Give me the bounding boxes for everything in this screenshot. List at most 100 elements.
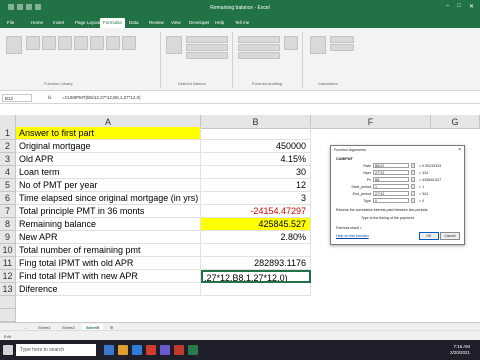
use-in-formula-button[interactable]: [186, 44, 228, 51]
row-header[interactable]: 7: [0, 205, 16, 218]
system-clock[interactable]: 7:16 AM 2/20/2021: [450, 344, 470, 356]
recently-used-icon[interactable]: [42, 36, 56, 50]
row-header[interactable]: 12: [0, 270, 16, 283]
cell-a9[interactable]: New APR: [16, 231, 201, 244]
tell-me-box[interactable]: Tell me: [232, 18, 252, 28]
tab-view[interactable]: View: [168, 18, 184, 28]
cell-a4[interactable]: Loan term: [16, 166, 201, 179]
row-header[interactable]: 3: [0, 153, 16, 166]
cell-b8[interactable]: 425845.527: [201, 218, 311, 231]
taskbar-search[interactable]: Type here to search: [16, 344, 96, 356]
name-box[interactable]: B12: [2, 94, 32, 102]
cell-a3[interactable]: Old APR: [16, 153, 201, 166]
powerpoint-icon[interactable]: [174, 345, 184, 355]
row-header[interactable]: 1: [0, 127, 16, 140]
range-select-icon[interactable]: [411, 198, 415, 203]
cell-a6[interactable]: Time elapsed since original mortgage (in…: [16, 192, 201, 205]
tab-page-layout[interactable]: Page Layout: [72, 18, 103, 28]
watch-window-icon[interactable]: [284, 36, 298, 50]
cell-b9[interactable]: 2.80%: [201, 231, 311, 244]
close-icon[interactable]: ×: [458, 147, 461, 153]
calculation-options-icon[interactable]: [310, 36, 326, 54]
insert-function-icon[interactable]: [6, 36, 22, 54]
tab-insert[interactable]: Insert: [50, 18, 67, 28]
autosum-icon[interactable]: [26, 36, 40, 50]
cell-b1[interactable]: [201, 127, 311, 140]
cell-b7[interactable]: -24154.47297: [201, 205, 311, 218]
trace-precedents-button[interactable]: [238, 36, 280, 43]
row-header[interactable]: [0, 309, 16, 322]
row-header[interactable]: 6: [0, 192, 16, 205]
row-header[interactable]: [0, 296, 16, 309]
date-time-icon[interactable]: [106, 36, 120, 50]
cell-a8[interactable]: Remaining balance: [16, 218, 201, 231]
window-controls[interactable]: – □ ✕: [446, 3, 474, 10]
cell-a5[interactable]: No of PMT per year: [16, 179, 201, 192]
tab-home[interactable]: Home: [28, 18, 46, 28]
arg-input-type[interactable]: 0: [373, 198, 409, 203]
cell-b2[interactable]: 450000: [201, 140, 311, 153]
column-header-g[interactable]: G: [431, 115, 480, 129]
teams-icon[interactable]: [160, 345, 170, 355]
create-from-selection-button[interactable]: [186, 52, 228, 59]
lookup-icon[interactable]: [122, 36, 136, 50]
cell-b3[interactable]: 4.15%: [201, 153, 311, 166]
edge-icon[interactable]: [132, 345, 142, 355]
arg-input-nper[interactable]: 27*12: [373, 170, 409, 175]
row-header[interactable]: 4: [0, 166, 16, 179]
trace-dependents-button[interactable]: [238, 44, 280, 51]
range-select-icon[interactable]: [411, 177, 415, 182]
cell-b11[interactable]: 282893.1176: [201, 257, 311, 270]
tab-review[interactable]: Review: [146, 18, 167, 28]
text-icon[interactable]: [90, 36, 104, 50]
fx-icon[interactable]: fx: [48, 94, 52, 102]
financial-icon[interactable]: [58, 36, 72, 50]
row-header[interactable]: 8: [0, 218, 16, 231]
remove-arrows-button[interactable]: [238, 52, 280, 59]
start-icon[interactable]: [3, 345, 13, 355]
cell-a13[interactable]: Diference: [16, 283, 201, 296]
task-view-icon[interactable]: [104, 345, 114, 355]
arg-input-start-period[interactable]: 1: [373, 184, 409, 189]
column-header-f[interactable]: F: [311, 115, 431, 129]
cell-b6[interactable]: 3: [201, 192, 311, 205]
tab-data[interactable]: Data: [126, 18, 142, 28]
calculate-sheet-button[interactable]: [330, 44, 354, 51]
formula-input[interactable]: =CUMIPMT(B6/12,27*12,B8,1,27*12,0): [62, 94, 141, 102]
define-name-button[interactable]: [186, 36, 228, 43]
cell-b10[interactable]: [201, 244, 311, 257]
maximize-icon[interactable]: □: [457, 3, 461, 10]
row-header[interactable]: 9: [0, 231, 16, 244]
arg-input-rate[interactable]: B6/12: [373, 163, 409, 168]
row-header[interactable]: 10: [0, 244, 16, 257]
range-select-icon[interactable]: [411, 184, 415, 189]
close-icon[interactable]: ✕: [469, 3, 474, 10]
arg-input-end-period[interactable]: 27*12: [373, 191, 409, 196]
calculate-now-button[interactable]: [330, 36, 354, 43]
cancel-button[interactable]: Cancel: [440, 232, 460, 240]
cell-a10[interactable]: Total number of remaining pmt: [16, 244, 201, 257]
tab-file[interactable]: File: [4, 18, 17, 28]
cell-b4[interactable]: 30: [201, 166, 311, 179]
row-header[interactable]: 13: [0, 283, 16, 296]
range-select-icon[interactable]: [411, 170, 415, 175]
name-manager-icon[interactable]: [166, 36, 182, 54]
row-header[interactable]: 11: [0, 257, 16, 270]
tab-help[interactable]: Help: [212, 18, 227, 28]
row-header[interactable]: 2: [0, 140, 16, 153]
range-select-icon[interactable]: [411, 163, 415, 168]
tab-developer[interactable]: Developer: [186, 18, 213, 28]
minimize-icon[interactable]: –: [446, 3, 449, 10]
cell-a7[interactable]: Total principle PMT in 36 monts: [16, 205, 201, 218]
tab-formulas[interactable]: Formulas: [100, 18, 125, 28]
cell-a2[interactable]: Original mortgage: [16, 140, 201, 153]
chrome-icon[interactable]: [146, 345, 156, 355]
cell-a1[interactable]: Answer to first part: [16, 127, 201, 140]
ok-button[interactable]: OK: [419, 232, 439, 240]
cell-a11[interactable]: Fing total IPMT with old APR: [16, 257, 201, 270]
cell-b12-active[interactable]: ,27*12,B8,1,27*12,0): [201, 270, 311, 283]
arg-input-pv[interactable]: B8: [373, 177, 409, 182]
row-header[interactable]: 5: [0, 179, 16, 192]
cell-a12[interactable]: Find total IPMT with new APR: [16, 270, 201, 283]
range-select-icon[interactable]: [411, 191, 415, 196]
